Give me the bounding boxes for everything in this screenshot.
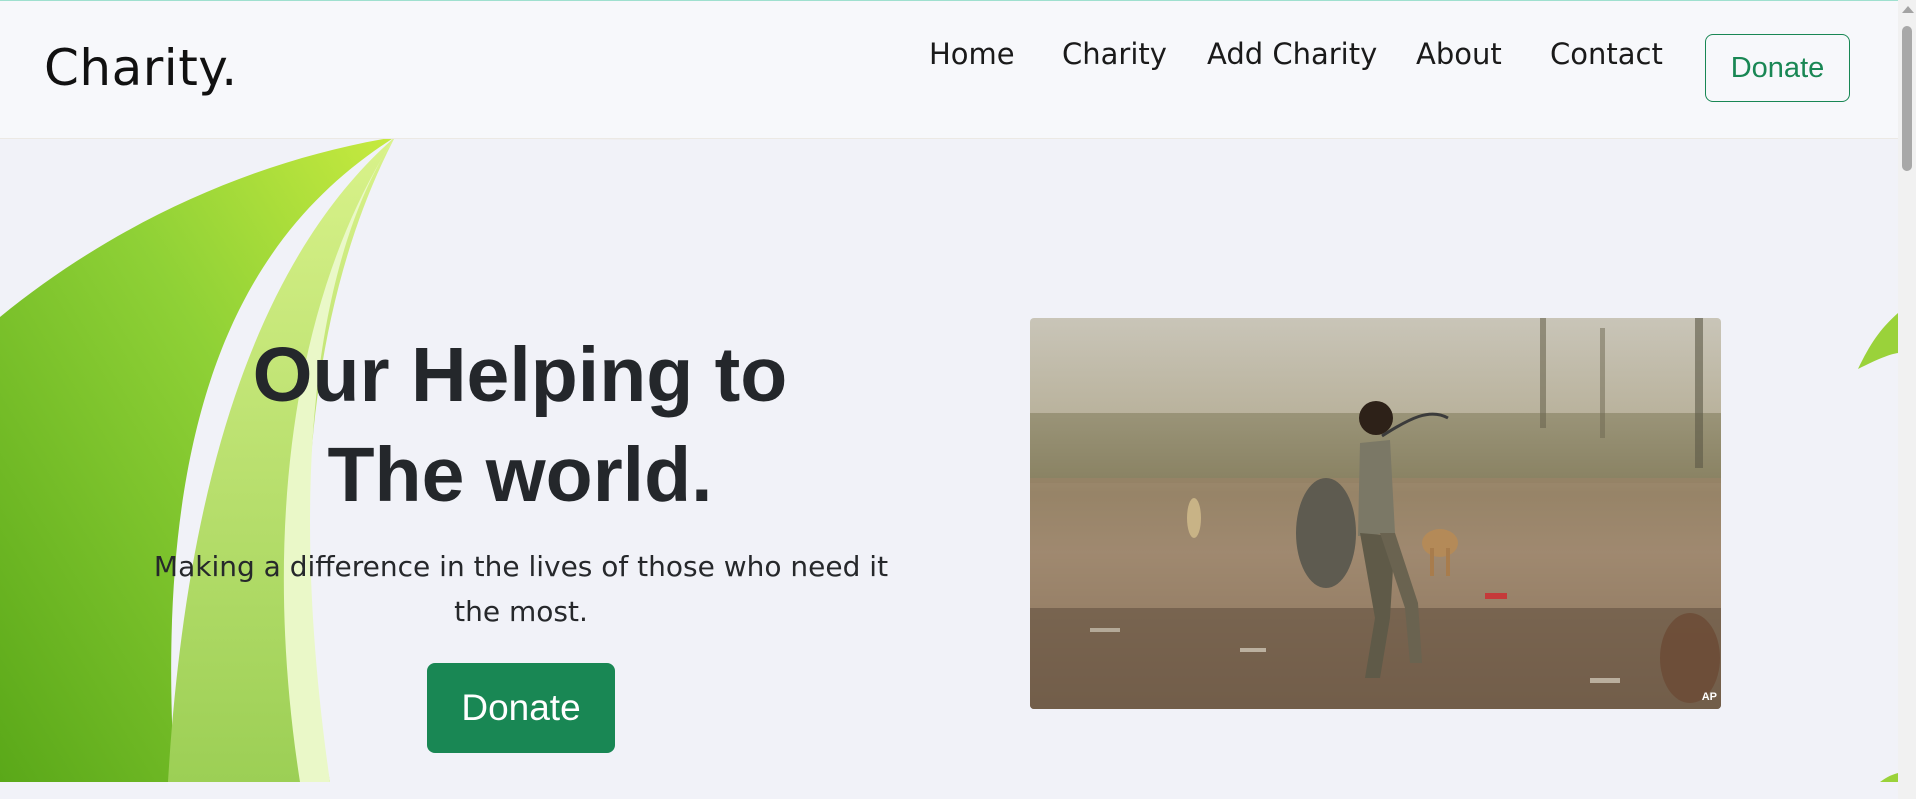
photo-credit: AP (1701, 691, 1717, 703)
nav-donate-button[interactable]: Donate (1705, 34, 1850, 102)
hero-donate-button[interactable]: Donate (427, 663, 615, 753)
child-photo-image (1030, 318, 1721, 709)
headline-line-1: Our Helping to (252, 332, 788, 418)
hero-headline: Our Helping to The world. (150, 325, 890, 525)
nav-charity[interactable]: Charity (1062, 37, 1167, 71)
scroll-thumb[interactable] (1902, 26, 1912, 171)
hero-photo: AP (1030, 318, 1721, 709)
hero-subtitle: Making a difference in the lives of thos… (153, 550, 889, 628)
right-leaf-decoration (1858, 313, 1898, 782)
nav-home[interactable]: Home (929, 37, 1015, 71)
scroll-up-arrow-icon[interactable] (1902, 6, 1914, 13)
scrollbar[interactable] (1898, 0, 1916, 799)
headline-line-2: The world. (327, 432, 713, 518)
brand-logo[interactable]: Charity. (44, 39, 238, 97)
nav-contact[interactable]: Contact (1550, 37, 1663, 71)
nav-add-charity[interactable]: Add Charity (1207, 37, 1377, 71)
nav-about[interactable]: About (1416, 37, 1502, 71)
hero-section: Our Helping to The world. Making a diffe… (0, 139, 1898, 782)
navbar: Charity. Home Charity Add Charity About … (0, 1, 1898, 139)
